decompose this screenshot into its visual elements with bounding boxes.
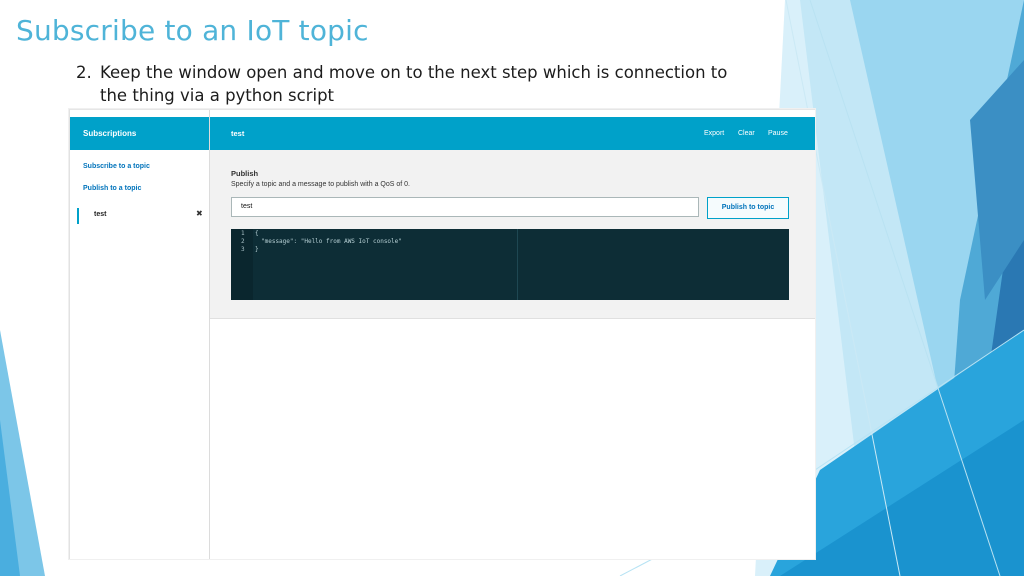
- line-number: 3: [241, 246, 245, 253]
- slide-title: Subscribe to an IoT topic: [16, 14, 369, 47]
- publish-title: Publish: [231, 169, 259, 178]
- export-button[interactable]: Export: [704, 117, 724, 150]
- pause-button[interactable]: Pause: [768, 117, 788, 150]
- subscription-topic-label: test: [94, 211, 107, 218]
- topic-header-title: test: [231, 129, 245, 138]
- code-line: {: [255, 230, 259, 237]
- code-line: }: [255, 246, 259, 253]
- editor-gutter: 1 2 3: [231, 229, 253, 300]
- subscriptions-sidebar: Subscriptions Subscribe to a topic Publi…: [70, 110, 210, 559]
- subscription-item-test[interactable]: test ✖: [77, 208, 205, 224]
- message-editor[interactable]: 1 2 3 { "message": "Hello from AWS IoT c…: [231, 229, 789, 300]
- line-number: 1: [241, 230, 245, 237]
- step-line-1: Keep the window open and move on to the …: [100, 63, 728, 82]
- selected-indicator: [77, 208, 79, 224]
- step-number: 2.: [76, 63, 92, 82]
- topic-input[interactable]: test: [231, 197, 699, 217]
- clear-button[interactable]: Clear: [738, 117, 755, 150]
- subscribe-to-topic-link[interactable]: Subscribe to a topic: [83, 163, 150, 170]
- code-line: "message": "Hello from AWS IoT console": [261, 238, 402, 245]
- publish-to-topic-button[interactable]: Publish to topic: [707, 197, 789, 219]
- topic-header: test Export Clear Pause: [210, 117, 815, 150]
- publish-description: Specify a topic and a message to publish…: [231, 181, 410, 188]
- line-number: 2: [241, 238, 245, 245]
- close-icon[interactable]: ✖: [196, 209, 203, 218]
- sidebar-header: Subscriptions: [70, 117, 209, 150]
- aws-iot-console-screenshot: Subscriptions Subscribe to a topic Publi…: [69, 109, 815, 559]
- step-line-2: the thing via a python script: [100, 86, 335, 105]
- publish-to-topic-link[interactable]: Publish to a topic: [83, 185, 141, 192]
- main-content: test Export Clear Pause Publish Specify …: [210, 110, 815, 559]
- publish-panel: Publish Specify a topic and a message to…: [210, 150, 815, 319]
- editor-print-margin: [517, 229, 518, 300]
- slide-step-text: 2. Keep the window open and move on to th…: [76, 61, 776, 107]
